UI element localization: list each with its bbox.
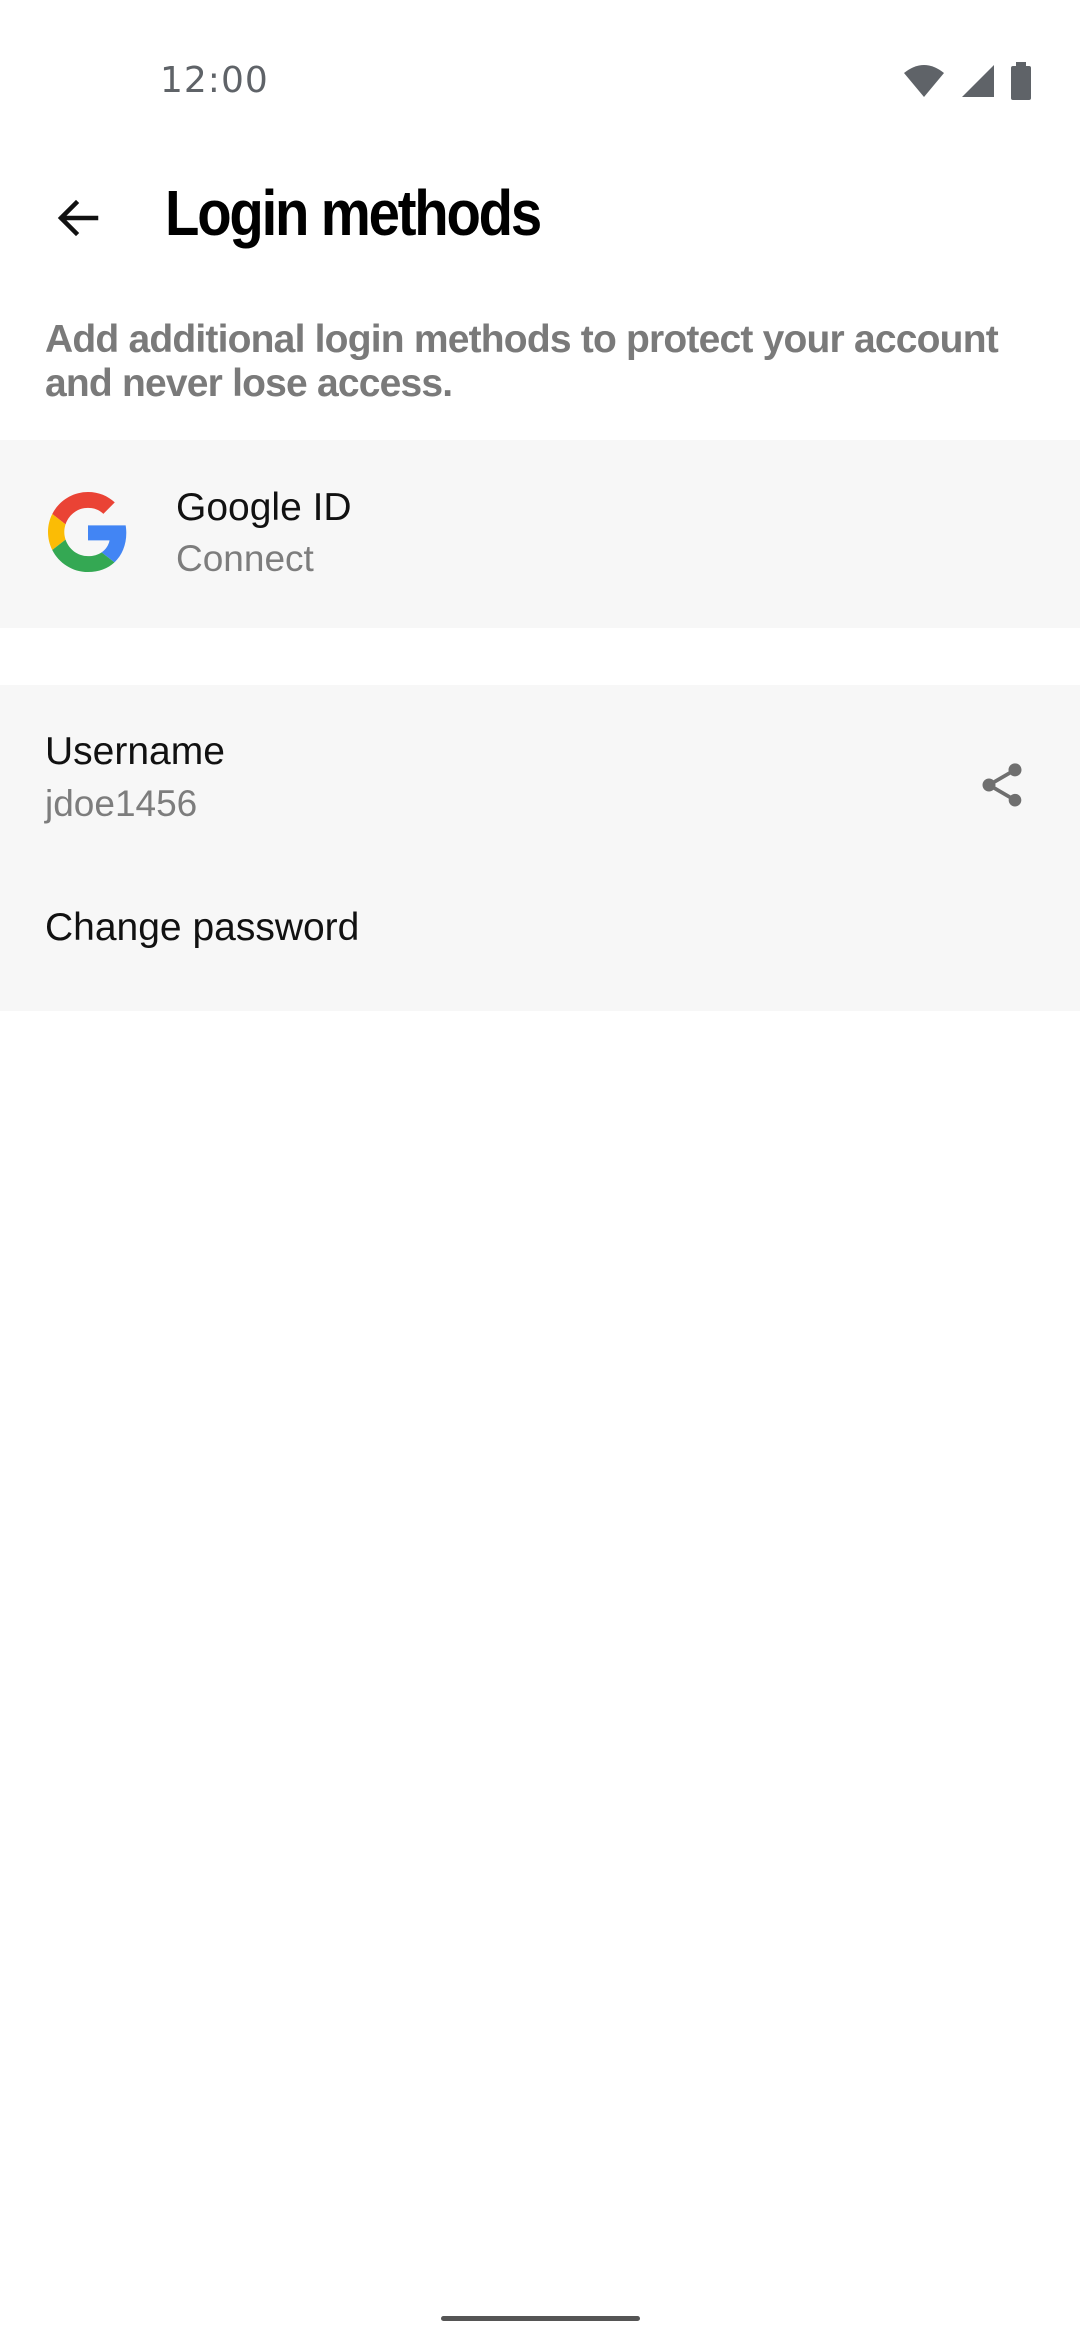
- google-connect-label: Connect: [176, 538, 314, 579]
- username-label: Username: [45, 730, 225, 773]
- google-card: Google ID Connect: [0, 440, 1080, 628]
- page-title: Login methods: [165, 177, 542, 249]
- share-icon: [982, 763, 1022, 807]
- status-time: 12:00: [160, 60, 269, 101]
- google-id-row[interactable]: Google ID Connect: [0, 440, 1080, 628]
- cellular-signal-icon: [962, 65, 994, 97]
- username-value: jdoe1456: [45, 783, 198, 824]
- app-bar: Login methods: [0, 150, 1080, 280]
- share-username-button[interactable]: [952, 735, 1052, 835]
- arrow-back-icon: [57, 199, 99, 237]
- status-bar: 12:00: [0, 0, 1080, 110]
- account-card: Username jdoe1456 Change password: [0, 685, 1080, 1011]
- change-password-row[interactable]: Change password: [0, 870, 1080, 1011]
- google-id-title: Google ID: [176, 486, 352, 529]
- username-row: Username jdoe1456: [0, 685, 1080, 870]
- wifi-icon: [904, 65, 944, 97]
- google-logo-icon: [48, 492, 127, 572]
- home-indicator[interactable]: [441, 2316, 640, 2321]
- battery-icon: [1011, 62, 1031, 100]
- description-text: Add additional login methods to protect …: [45, 318, 999, 405]
- back-button[interactable]: [30, 170, 126, 266]
- change-password-label: Change password: [45, 906, 360, 949]
- status-icons: [902, 62, 1032, 100]
